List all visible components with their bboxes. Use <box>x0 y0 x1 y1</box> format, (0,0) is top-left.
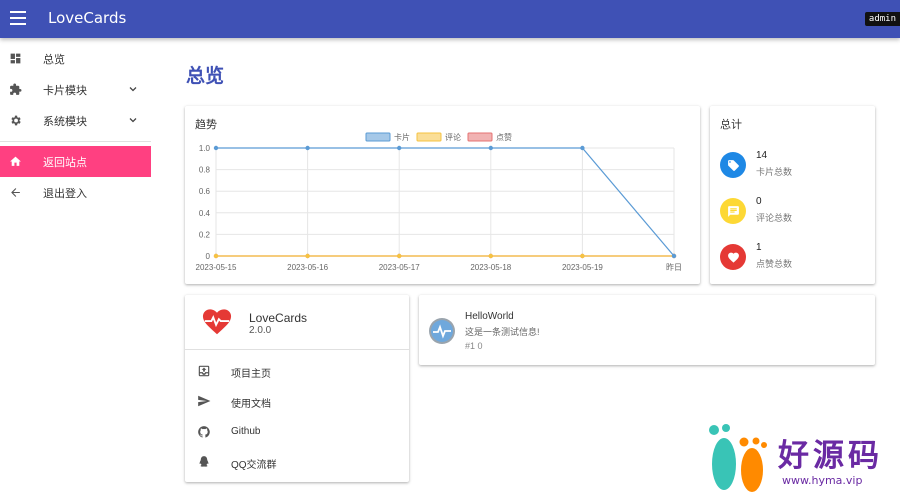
y-tick-label: 0 <box>206 252 211 261</box>
app-info-header: LoveCards 2.0.0 <box>185 295 409 350</box>
heart-pulse-logo <box>202 309 232 335</box>
y-tick-label: 0.4 <box>199 209 211 218</box>
y-tick-label: 1.0 <box>199 144 211 153</box>
x-tick-label: 2023-05-15 <box>196 263 237 272</box>
home-box-icon <box>198 365 210 377</box>
data-point <box>580 145 585 151</box>
app-name: LoveCards <box>249 311 308 325</box>
sidebar-item-label: 系统模块 <box>43 116 87 128</box>
x-tick-label: 2023-05-17 <box>379 263 420 272</box>
trend-card: 趋势 0 0.2 0.4 0.6 0.8 1.0 2023-05-15 2023-05-16 2… <box>185 106 700 284</box>
legend-swatch <box>365 132 391 142</box>
chevron-down-icon <box>129 87 137 92</box>
data-point <box>397 253 402 259</box>
stat-value: 0 <box>756 196 762 207</box>
legend-swatch <box>467 132 493 142</box>
sidebar-item-system-module[interactable]: 系统模块 <box>0 105 151 136</box>
app-bar: LoveCards admin <box>0 0 900 38</box>
y-tick-label: 0.6 <box>199 187 211 196</box>
user-badge[interactable]: admin <box>864 12 900 26</box>
link-qq-group[interactable]: QQ交流群 <box>185 447 409 477</box>
y-tick-label: 0.2 <box>199 230 211 239</box>
sidebar: 总览 卡片模块 系统模块 返回站点 退出登入 <box>0 38 151 498</box>
link-label: Github <box>231 426 261 437</box>
stat-value: 1 <box>756 242 762 253</box>
avatar <box>429 318 455 344</box>
qq-icon <box>199 456 209 467</box>
stat-comments: 0 评论总数 <box>720 196 870 226</box>
app-version: 2.0.0 <box>249 325 272 336</box>
message-meta: #1 0 <box>465 341 483 351</box>
sidebar-item-back-to-site[interactable]: 返回站点 <box>0 146 151 177</box>
y-tick-label: 0.8 <box>199 166 211 175</box>
link-label: QQ交流群 <box>231 460 277 471</box>
data-point <box>580 253 585 259</box>
footprint-logo <box>709 424 767 492</box>
link-label: 项目主页 <box>231 369 271 380</box>
message-card[interactable]: HelloWorld 这是一条测试信息! #1 0 <box>419 295 875 365</box>
legend-label: 卡片 <box>394 132 410 142</box>
message-body: 这是一条测试信息! <box>465 327 540 337</box>
watermark-url: www.hyma.vip <box>782 474 863 487</box>
sidebar-item-logout[interactable]: 退出登入 <box>0 177 151 208</box>
card-icon <box>720 152 746 178</box>
gear-icon <box>11 115 21 126</box>
watermark-text: 好源码 <box>778 438 883 474</box>
trend-chart: 0 0.2 0.4 0.6 0.8 1.0 2023-05-15 2023-05-16 2023… <box>196 132 682 272</box>
sidebar-item-label: 退出登入 <box>43 188 87 200</box>
x-tick-label: 2023-05-18 <box>470 263 511 272</box>
legend-swatch <box>416 132 442 142</box>
link-label: 使用文档 <box>231 399 271 410</box>
stat-label: 卡片总数 <box>756 167 793 177</box>
link-docs[interactable]: 使用文档 <box>185 386 409 416</box>
chevron-down-icon <box>129 118 137 123</box>
data-point <box>488 145 493 151</box>
x-tick-label: 2023-05-19 <box>562 263 603 272</box>
data-point <box>397 145 402 151</box>
stat-label: 点赞总数 <box>756 259 793 269</box>
legend-label: 点赞 <box>496 132 512 142</box>
watermark: 好源码 www.hyma.vip <box>702 418 898 498</box>
data-point <box>213 145 219 151</box>
data-point <box>213 253 219 259</box>
totals-card-title: 总计 <box>720 119 742 131</box>
data-point <box>488 253 493 259</box>
stat-label: 评论总数 <box>756 213 793 223</box>
menu-icon[interactable] <box>10 11 26 25</box>
app-info-card: LoveCards 2.0.0 项目主页 使用文档 Github QQ交流群 <box>185 295 409 482</box>
sidebar-item-label: 返回站点 <box>43 157 87 169</box>
app-title: LoveCards <box>48 9 127 27</box>
dashboard-icon <box>10 53 21 64</box>
stat-value: 14 <box>756 150 768 161</box>
totals-card: 总计 14 卡片总数 0 评论总数 1 点赞总数 <box>710 106 875 284</box>
data-point <box>305 253 310 259</box>
data-point <box>305 145 310 151</box>
stat-likes: 1 点赞总数 <box>720 242 870 272</box>
legend-label: 评论 <box>445 132 461 142</box>
page-title: 总览 <box>186 65 225 87</box>
heart-icon <box>720 244 746 270</box>
puzzle-icon <box>10 83 22 95</box>
link-project-home[interactable]: 项目主页 <box>185 356 409 386</box>
sidebar-item-label: 卡片模块 <box>43 85 87 97</box>
home-icon <box>10 156 21 166</box>
sidebar-item-label: 总览 <box>43 54 65 66</box>
series-line-卡片 <box>216 147 675 257</box>
sidebar-item-cards-module[interactable]: 卡片模块 <box>0 74 151 105</box>
send-icon <box>198 395 211 407</box>
sidebar-item-overview[interactable]: 总览 <box>0 43 151 74</box>
github-icon <box>198 426 210 438</box>
x-tick-label: 2023-05-16 <box>287 263 328 272</box>
x-tick-label: 昨日 <box>666 262 682 272</box>
message-title: HelloWorld <box>465 311 514 322</box>
arrow-back-icon <box>11 188 20 197</box>
comment-icon <box>720 198 746 224</box>
data-point <box>671 253 677 259</box>
sidebar-divider <box>0 141 151 142</box>
stat-cards: 14 卡片总数 <box>720 150 870 180</box>
link-github[interactable]: Github <box>185 417 409 447</box>
